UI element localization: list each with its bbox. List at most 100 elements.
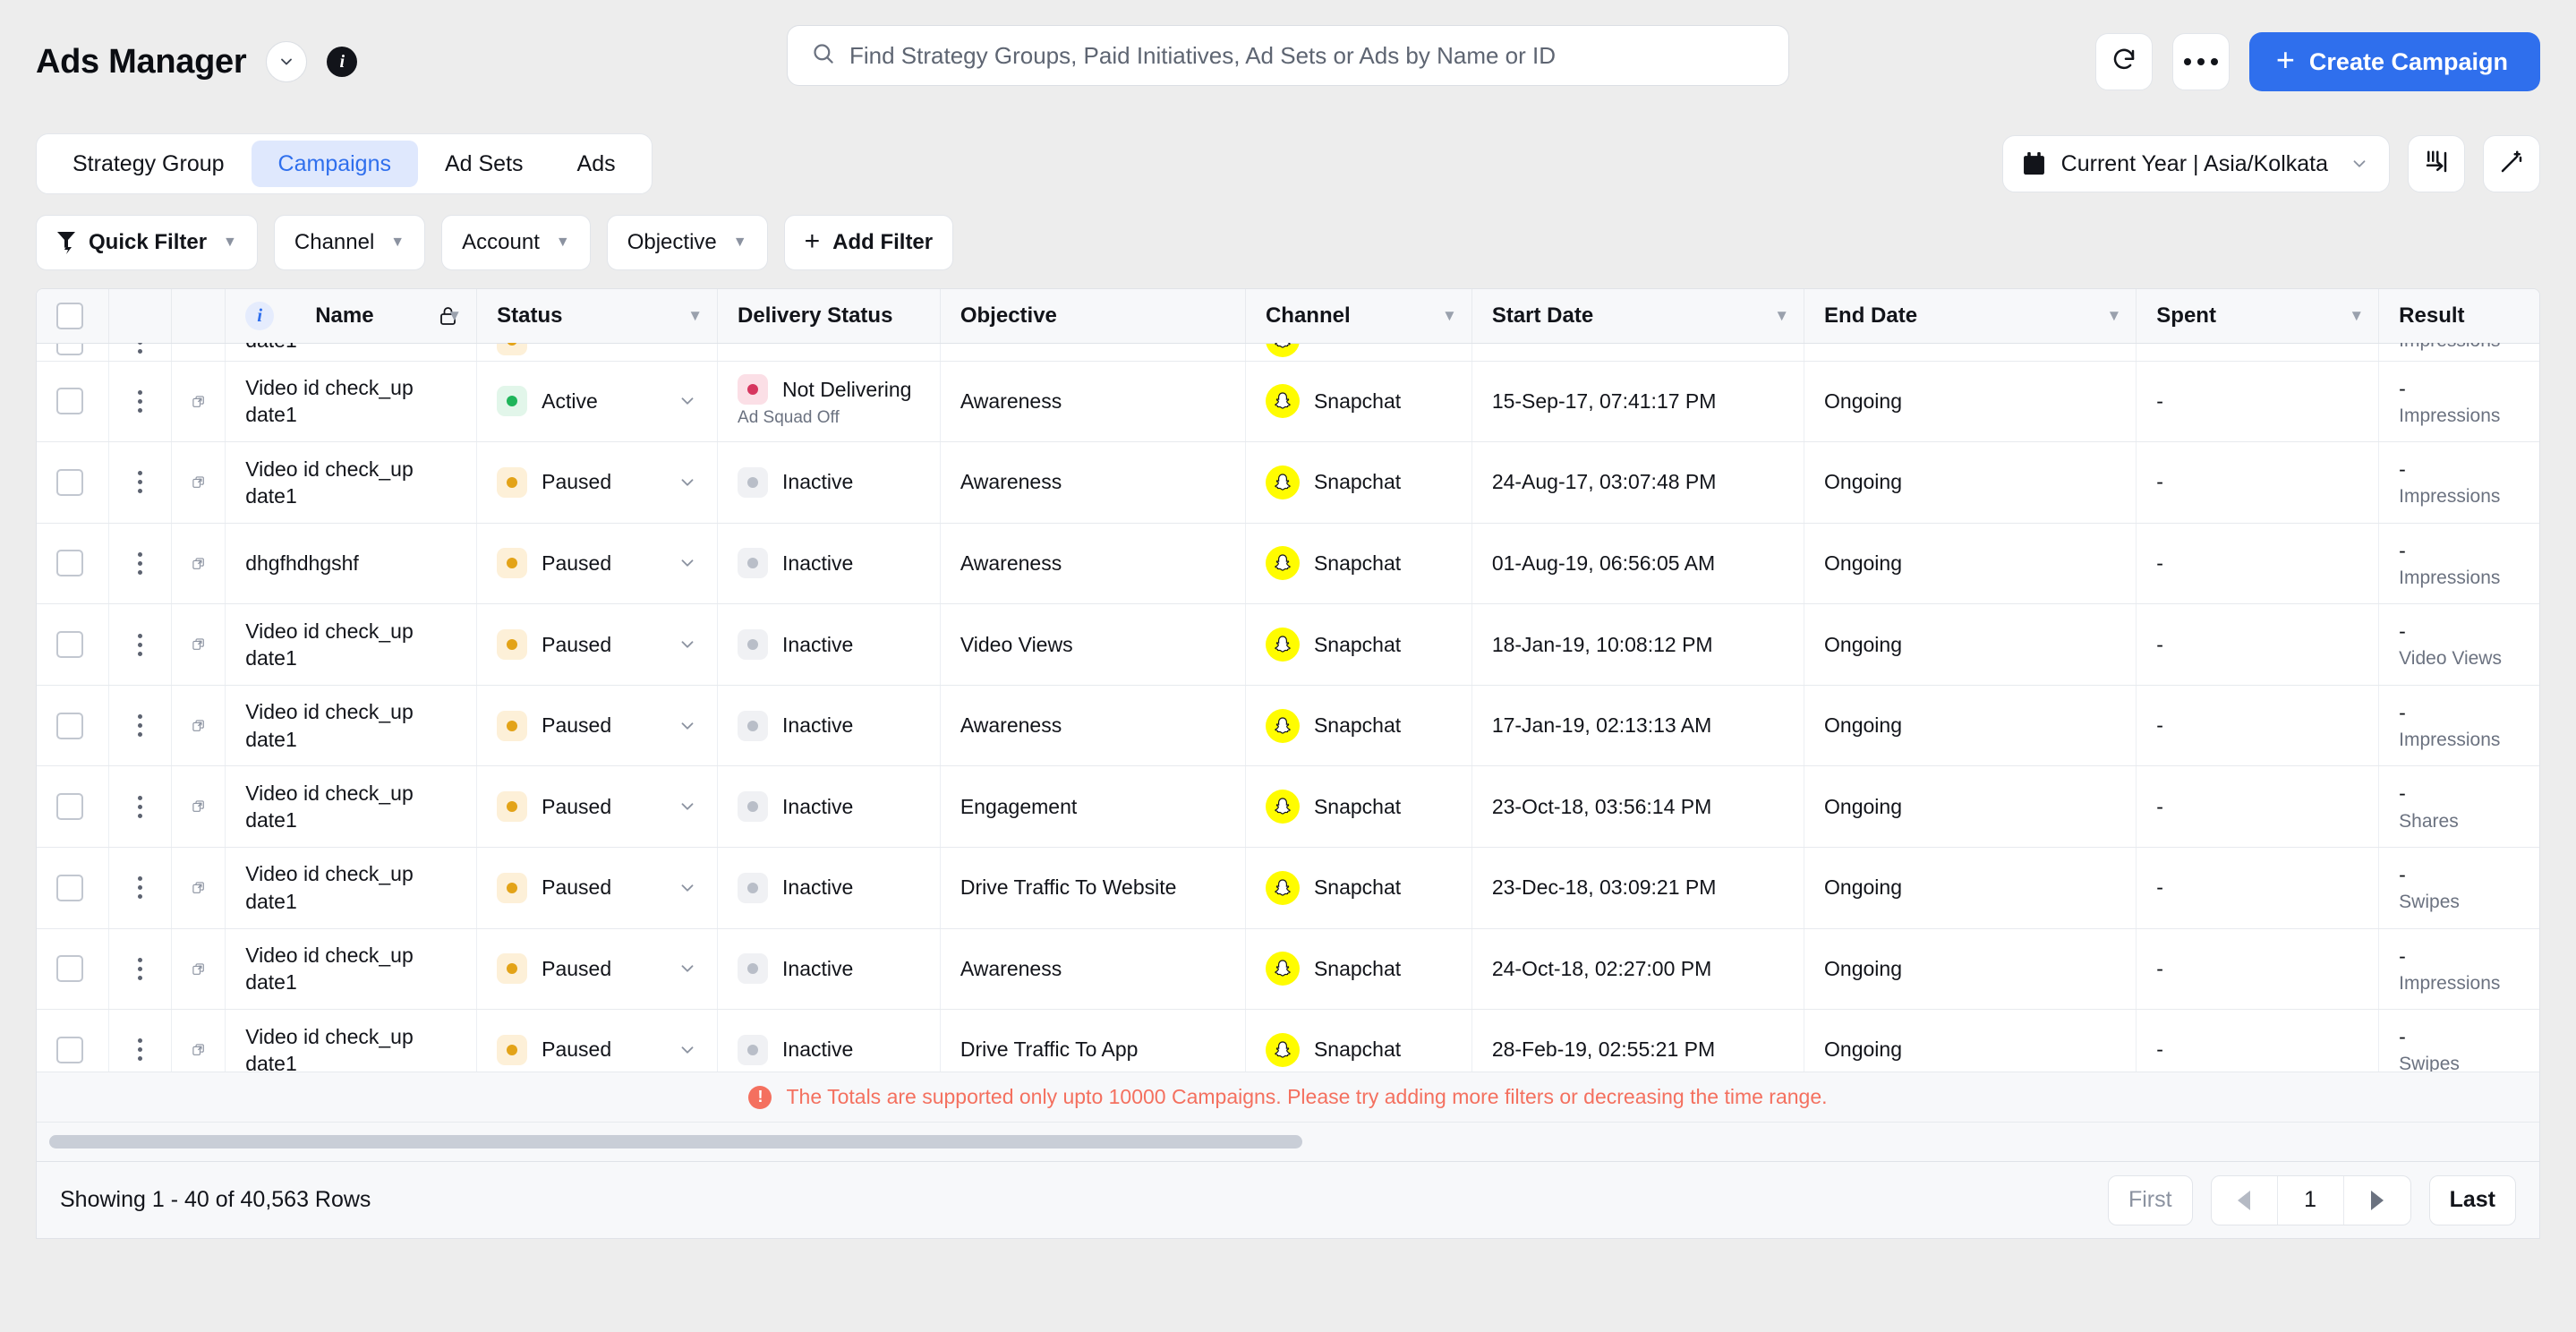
duplicate-icon[interactable] [192, 389, 205, 413]
row-name-cell[interactable]: dhgfhdhgshf [225, 523, 478, 605]
chevron-down-icon[interactable] [266, 41, 308, 82]
row-menu-cell[interactable] [108, 523, 173, 605]
row-checkbox[interactable] [56, 1036, 83, 1063]
last-page-button[interactable]: Last [2428, 1174, 2516, 1225]
row-name-cell[interactable]: Video id check_up date1 [225, 928, 478, 1011]
column-header-delivery-status[interactable]: Delivery Status [717, 289, 941, 344]
duplicate-icon[interactable] [192, 795, 205, 818]
table-row[interactable]: Video id check_up date1 Paused Inactive Eng… [37, 765, 2539, 848]
row-status-cell[interactable]: Paused [476, 523, 719, 605]
magic-wand-button[interactable] [2483, 135, 2540, 192]
row-checkbox[interactable] [56, 550, 83, 577]
row-select-cell[interactable] [37, 928, 109, 1011]
tab-ad-sets[interactable]: Ad Sets [418, 141, 550, 187]
row-status-cell[interactable]: Paused [476, 603, 719, 686]
table-row[interactable]: dhgfhdhgshf Paused Inactive Awareness Snapch… [37, 523, 2539, 605]
info-icon[interactable]: i [327, 47, 358, 77]
row-menu-icon[interactable] [129, 551, 151, 575]
previous-page-button[interactable] [2212, 1175, 2278, 1225]
create-campaign-button[interactable]: + Create Campaign [2248, 32, 2540, 91]
row-menu-cell[interactable] [108, 765, 173, 848]
tab-campaigns[interactable]: Campaigns [251, 141, 418, 187]
row-name-cell[interactable]: Video id check_up date1 [225, 685, 478, 767]
row-checkbox[interactable] [56, 874, 83, 901]
row-menu-icon[interactable] [129, 1038, 151, 1062]
sort-caret-icon[interactable]: ▼ [687, 307, 703, 325]
table-row[interactable]: Video id check_up date1 Paused Inactive Vid… [37, 603, 2539, 686]
row-status-cell[interactable]: Paused [476, 441, 719, 524]
row-name-cell[interactable]: Video id check_up date1 [225, 361, 478, 443]
refresh-button[interactable] [2094, 33, 2153, 90]
duplicate-icon[interactable] [192, 1037, 205, 1061]
row-menu-cell[interactable] [108, 847, 173, 929]
tab-ads[interactable]: Ads [550, 141, 643, 187]
row-status-cell[interactable]: Paused [476, 928, 719, 1011]
row-duplicate-cell[interactable] [171, 361, 226, 443]
row-select-cell[interactable] [37, 685, 109, 767]
sort-caret-icon[interactable]: ▼ [447, 307, 462, 325]
table-row[interactable]: Video id check_up date1 Paused Inactive Dri… [37, 847, 2539, 929]
row-menu-cell[interactable] [108, 928, 173, 1011]
column-header-start-date[interactable]: Start Date ▼ [1471, 289, 1805, 344]
quick-filter-button[interactable]: Quick Filter ▼ [36, 215, 258, 270]
chevron-down-icon[interactable] [678, 878, 697, 898]
duplicate-icon[interactable] [192, 470, 205, 493]
row-checkbox[interactable] [56, 955, 83, 983]
sort-caret-icon[interactable]: ▼ [1442, 307, 1457, 325]
table-row[interactable]: Video id check_up date1 Paused Inactive Awa… [37, 441, 2539, 524]
row-checkbox[interactable] [56, 712, 83, 739]
row-menu-cell[interactable] [108, 441, 173, 524]
row-duplicate-cell[interactable] [171, 523, 226, 605]
chevron-down-icon[interactable] [678, 716, 697, 736]
add-filter-button[interactable]: + Add Filter [783, 215, 954, 270]
column-header-objective[interactable]: Objective [940, 289, 1246, 344]
row-menu-cell[interactable] [108, 603, 173, 686]
row-checkbox[interactable] [56, 631, 83, 659]
chevron-down-icon[interactable] [678, 1040, 697, 1060]
column-header-end-date[interactable]: End Date ▼ [1804, 289, 2137, 344]
column-header-spent[interactable]: Spent ▼ [2136, 289, 2380, 344]
row-duplicate-cell[interactable] [171, 685, 226, 767]
row-menu-cell[interactable] [108, 361, 173, 443]
column-header-channel[interactable]: Channel ▼ [1245, 289, 1472, 344]
row-select-cell[interactable] [37, 765, 109, 848]
row-duplicate-cell[interactable] [171, 441, 226, 524]
tab-strategy-group[interactable]: Strategy Group [46, 141, 252, 187]
row-menu-icon[interactable] [129, 795, 151, 818]
table-row[interactable]: Video id check_up date1 Active Not Deliver… [37, 361, 2539, 443]
columns-button[interactable] [2408, 135, 2465, 192]
sort-caret-icon[interactable]: ▼ [2106, 307, 2121, 325]
table-row[interactable]: Video id check_up date1 Paused Inactive Awa… [37, 685, 2539, 767]
next-page-button[interactable] [2344, 1176, 2410, 1225]
row-duplicate-cell[interactable] [171, 603, 226, 686]
more-options-button[interactable] [2171, 33, 2230, 90]
row-menu-icon[interactable] [129, 876, 151, 900]
duplicate-icon[interactable] [192, 551, 205, 575]
row-select-cell[interactable] [37, 441, 109, 524]
row-status-cell[interactable]: Paused [476, 765, 719, 848]
table-row-partial[interactable]: date1Impressions [37, 323, 2539, 362]
row-name-cell[interactable]: Video id check_up date1 [225, 441, 478, 524]
row-name-cell[interactable]: Video id check_up date1 [225, 765, 478, 848]
channel-filter-button[interactable]: Channel ▼ [273, 215, 426, 270]
search-input[interactable] [849, 41, 1765, 70]
row-menu-icon[interactable] [129, 389, 151, 413]
chevron-down-icon[interactable] [678, 473, 697, 492]
sort-caret-icon[interactable]: ▼ [2349, 307, 2364, 325]
objective-filter-button[interactable]: Objective ▼ [606, 215, 768, 270]
duplicate-icon[interactable] [192, 875, 205, 899]
row-select-cell[interactable] [37, 361, 109, 443]
row-menu-cell[interactable] [108, 685, 173, 767]
sort-caret-icon[interactable]: ▼ [1774, 307, 1789, 325]
row-duplicate-cell[interactable] [171, 765, 226, 848]
horizontal-scrollbar-thumb[interactable] [49, 1135, 1302, 1148]
chevron-down-icon[interactable] [678, 797, 697, 816]
row-menu-icon[interactable] [129, 471, 151, 494]
row-status-cell[interactable]: Paused [476, 685, 719, 767]
row-duplicate-cell[interactable] [171, 847, 226, 929]
account-filter-button[interactable]: Account ▼ [441, 215, 591, 270]
row-checkbox[interactable] [56, 793, 83, 821]
row-duplicate-cell[interactable] [171, 928, 226, 1011]
row-checkbox[interactable] [56, 468, 83, 496]
row-menu-icon[interactable] [129, 633, 151, 656]
